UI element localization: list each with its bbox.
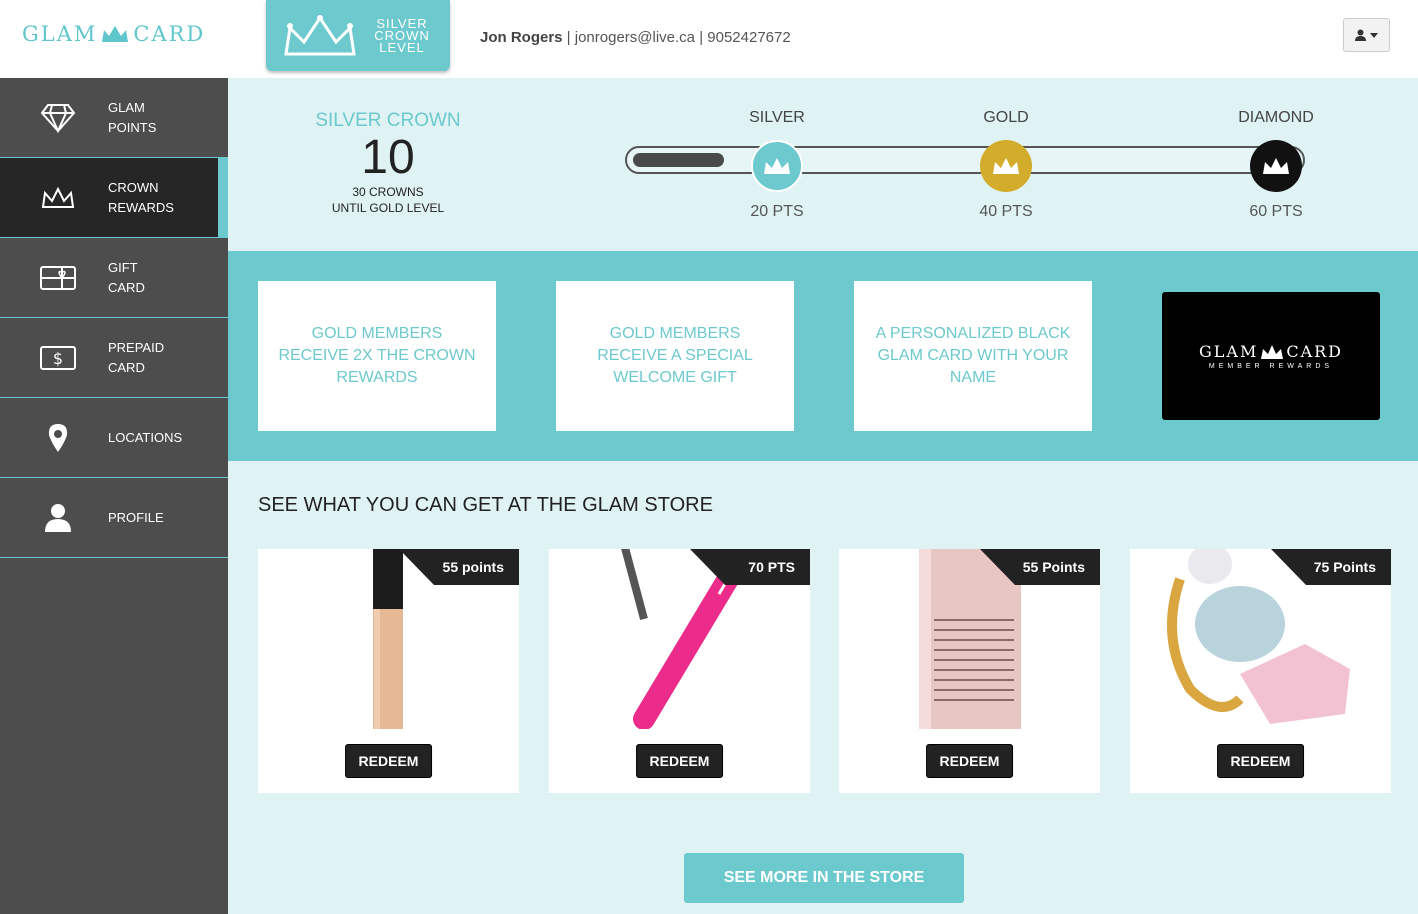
crown-count: 10 [361, 131, 415, 184]
user-email: jonrogers@live.ca [574, 29, 696, 46]
redeem-button[interactable]: REDEEM [925, 744, 1014, 778]
tier-silver: SILVER 20 PTS [749, 109, 805, 220]
crown-icon [41, 186, 75, 208]
crown-icon [1263, 158, 1289, 174]
user-icon [45, 503, 71, 532]
crown-icon [284, 14, 356, 55]
benefit-card: A PERSONALIZED BLACK GLAM CARD WITH YOUR… [854, 281, 1092, 431]
dollar-card-icon: $ [40, 345, 76, 370]
sidebar-item-label: PROFILE [108, 509, 164, 525]
sidebar-item-glam-points[interactable]: GLAM POINTS [0, 78, 228, 158]
user-menu-button[interactable] [1343, 18, 1390, 52]
tier-gold-badge [980, 140, 1032, 192]
top-header: GLAM CARD SILVER CROWN LEVEL Jon Rogers … [0, 0, 1418, 78]
logo-text-right: CARD [133, 22, 206, 46]
product-card[interactable]: 55 points REDEEM [258, 549, 519, 793]
sidebar-item-locations[interactable]: LOCATIONS [0, 398, 228, 478]
see-more-store-button[interactable]: SEE MORE IN THE STORE [684, 853, 964, 903]
benefit-card: GOLD MEMBERS RECEIVE 2X THE CROWN REWARD… [258, 281, 496, 431]
crown-icon [1261, 344, 1284, 359]
sidebar-item-label: GIFT CARD [108, 259, 145, 295]
diamond-icon [40, 103, 76, 133]
level-badge-text: SILVER CROWN LEVEL [374, 15, 430, 55]
sidebar-item-label: GLAM POINTS [108, 99, 157, 135]
svg-text:$: $ [53, 349, 63, 368]
tier-diamond-badge [1250, 140, 1302, 192]
crown-icon [102, 26, 129, 42]
sidebar-item-gift-card[interactable]: GIFT CARD [0, 238, 228, 318]
tier-silver-badge [751, 140, 803, 192]
sidebar-item-label: PREPAID CARD [108, 339, 165, 375]
crown-status: SILVER CROWN 10 30 CROWNS UNTIL GOLD LEV… [298, 110, 478, 216]
location-pin-icon [48, 423, 68, 452]
caret-down-icon [1370, 32, 1378, 38]
redeem-button[interactable]: REDEEM [344, 744, 433, 778]
product-card[interactable]: 75 Points REDEEM [1130, 549, 1391, 793]
product-card[interactable]: 55 Points REDEEM [839, 549, 1100, 793]
gift-card-icon [40, 265, 76, 290]
tier-diamond: DIAMOND 60 PTS [1238, 109, 1314, 220]
glamcard-logo[interactable]: GLAM CARD [22, 22, 205, 46]
benefit-card: GOLD MEMBERS RECEIVE A SPECIAL WELCOME G… [556, 281, 794, 431]
logo-text-left: GLAM [22, 22, 98, 46]
redeem-button[interactable]: REDEEM [1216, 744, 1305, 778]
crowns-until-next: 30 CROWNS UNTIL GOLD LEVEL [331, 185, 445, 215]
tier-gold: GOLD 40 PTS [979, 109, 1033, 220]
sidebar-item-prepaid-card[interactable]: $ PREPAID CARD [0, 318, 228, 398]
sidebar-item-crown-rewards[interactable]: CROWN REWARDS [0, 158, 228, 238]
progress-fill [633, 153, 724, 167]
user-name: Jon Rogers [480, 29, 563, 46]
redeem-button[interactable]: REDEEM [635, 744, 724, 778]
gold-benefits-band: GOLD MEMBERS RECEIVE 2X THE CROWN REWARD… [228, 251, 1418, 461]
sidebar-item-label: CROWN REWARDS [108, 179, 174, 215]
crown-level-badge: SILVER CROWN LEVEL [266, 0, 450, 71]
black-glam-card-image: GLAM CARD MEMBER REWARDS [1162, 292, 1380, 420]
crown-icon [764, 158, 790, 174]
current-level-label: SILVER CROWN [315, 110, 461, 131]
user-info: Jon Rogers | jonrogers@live.ca | 9052427… [480, 29, 791, 46]
user-icon [1355, 29, 1366, 41]
sidebar-item-profile[interactable]: PROFILE [0, 478, 228, 558]
crown-progress-section: SILVER CROWN 10 30 CROWNS UNTIL GOLD LEV… [228, 78, 1418, 251]
crown-icon [993, 158, 1019, 174]
sidebar: GLAM POINTS CROWN REWARDS GIFT CARD $ PREPA… [0, 78, 228, 914]
product-card[interactable]: 70 PTS REDEEM [549, 549, 810, 793]
store-section-title: SEE WHAT YOU CAN GET AT THE GLAM STORE [258, 494, 713, 516]
sidebar-item-label: LOCATIONS [108, 429, 183, 445]
user-phone: 9052427672 [707, 29, 791, 46]
